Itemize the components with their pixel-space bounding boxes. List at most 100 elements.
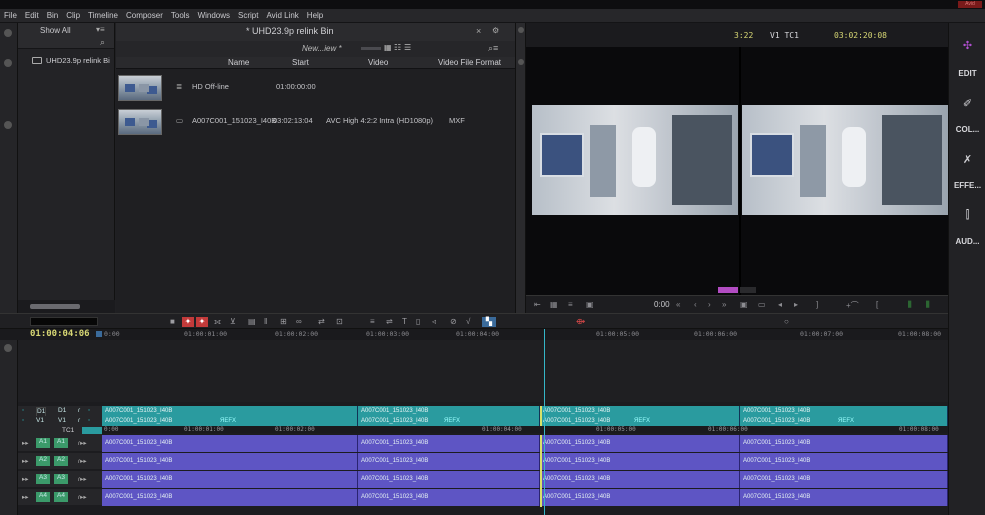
- step-forward-icon[interactable]: ›: [708, 300, 711, 309]
- timeline-clip[interactable]: A007C001_151023_I40B: [102, 471, 358, 488]
- sync-icon[interactable]: ‖: [264, 317, 267, 327]
- text-icon[interactable]: T: [402, 317, 407, 327]
- timeline-clip[interactable]: A007C001_151023_I40B: [358, 406, 540, 416]
- add-edit-icon[interactable]: +⌒: [846, 300, 859, 311]
- timeline-clip[interactable]: A007C001_151023_I40B: [358, 453, 540, 470]
- bin-view-selector[interactable]: New...iew *: [302, 44, 342, 53]
- position-marker[interactable]: [740, 287, 756, 293]
- record-track-a4[interactable]: A4: [54, 492, 68, 502]
- timeline-clip[interactable]: A007C001_151023_I40B: [740, 489, 948, 506]
- record-track-tc1[interactable]: TC1: [62, 427, 74, 434]
- timeline-clip[interactable]: A007C001_151023_I40B: [540, 453, 740, 470]
- sync-icon[interactable]: ▫: [88, 407, 90, 414]
- audio-link-icon[interactable]: ⫼: [926, 300, 930, 310]
- speaker-icon[interactable]: ▸▸: [22, 457, 29, 465]
- timeline-clip[interactable]: A007C001_151023_I40B: [740, 453, 948, 470]
- timeline-clip[interactable]: A007C001_151023_I40B: [540, 489, 740, 506]
- color-icon[interactable]: ✐: [949, 97, 985, 110]
- dock-toggle-icon[interactable]: [518, 59, 524, 65]
- workspace-icon[interactable]: ✣: [949, 39, 985, 52]
- audio-controls-icon[interactable]: ɾ▸▸: [78, 457, 87, 465]
- lock-icon[interactable]: ɾ: [78, 417, 80, 424]
- sync-icon[interactable]: ▫: [88, 417, 90, 424]
- source-track-a2[interactable]: A2: [36, 456, 50, 466]
- audio-icon[interactable]: ◃: [432, 317, 436, 327]
- speaker-icon[interactable]: ▸▸: [22, 493, 29, 501]
- workspace-effects[interactable]: EFFE...: [949, 181, 985, 190]
- edit-point-marker[interactable]: [540, 435, 542, 507]
- dock-toggle-icon[interactable]: [4, 121, 12, 129]
- search-icon[interactable]: ⌕≡: [488, 43, 498, 54]
- record-track-a3[interactable]: A3: [54, 474, 68, 484]
- speaker-icon[interactable]: ▸▸: [22, 439, 29, 447]
- track-header-a3[interactable]: ▸▸ A3 A3 ɾ▸▸: [18, 471, 102, 487]
- overwrite-icon[interactable]: ⇌: [386, 317, 393, 327]
- frame-view-icon[interactable]: ▦: [384, 43, 392, 52]
- menu-avid-link[interactable]: Avid Link: [266, 11, 298, 20]
- audio-icon[interactable]: ⫿: [949, 209, 985, 222]
- bracket-icon[interactable]: [: [876, 300, 878, 309]
- timeline-clip[interactable]: A007C001_151023_I40B: [102, 435, 358, 452]
- menu-file[interactable]: File: [4, 11, 17, 20]
- scrollbar-thumb[interactable]: [30, 304, 80, 309]
- column-header-name[interactable]: Name: [228, 58, 249, 67]
- dock-toggle-icon[interactable]: [4, 59, 12, 67]
- overwrite-icon[interactable]: ▭: [758, 300, 766, 309]
- play-reverse-icon[interactable]: ◂: [778, 300, 782, 309]
- list-icon[interactable]: ≡: [568, 300, 573, 309]
- menu-composer[interactable]: Composer: [126, 11, 163, 20]
- grid-icon[interactable]: ▦: [550, 300, 558, 309]
- track-header-a4[interactable]: ▸▸ A4 A4 ɾ▸▸: [18, 489, 102, 505]
- timeline-clip[interactable]: A007C001_151023_I40B: [740, 435, 948, 452]
- play-icon[interactable]: ▸: [794, 300, 798, 309]
- timeline-clip[interactable]: A007C001_151023_I40B ЯEFX: [740, 416, 948, 426]
- timeline-clip[interactable]: A007C001_151023_I40B ЯEFX: [102, 416, 358, 426]
- list-view-icon[interactable]: ☰: [404, 43, 411, 52]
- timeline-clip[interactable]: A007C001_151023_I40B: [740, 406, 948, 416]
- fast-forward-icon[interactable]: »: [722, 300, 726, 309]
- menu-timeline[interactable]: Timeline: [88, 11, 118, 20]
- menu-edit[interactable]: Edit: [25, 11, 39, 20]
- extract-icon[interactable]: ✦: [196, 317, 208, 327]
- menu-help[interactable]: Help: [307, 11, 323, 20]
- step-back-icon[interactable]: ‹: [694, 300, 697, 309]
- record-monitor-frame[interactable]: [742, 105, 948, 215]
- source-monitor-frame[interactable]: [532, 105, 738, 215]
- ban-icon[interactable]: ⊘: [450, 317, 457, 327]
- workspace-audio[interactable]: AUD...: [949, 237, 985, 246]
- match-frame-icon[interactable]: ⊡: [336, 317, 343, 327]
- lock-icon[interactable]: ɾ: [78, 407, 80, 414]
- track-header-tc1[interactable]: TC1: [18, 426, 102, 435]
- lock-icon[interactable]: ▤: [248, 317, 256, 327]
- show-all-dropdown[interactable]: Show All: [40, 26, 71, 35]
- timeline-ruler[interactable]: 01:00:04:06 0:00 01:00:01:00 01:00:02:00…: [0, 329, 948, 340]
- bin-list-item[interactable]: UHD23.9p relink Bi: [46, 56, 110, 65]
- fast-menu-icon[interactable]: ⇄: [318, 317, 325, 327]
- record-track-a1[interactable]: A1: [54, 438, 68, 448]
- composer-splitter[interactable]: [515, 23, 526, 313]
- timeline-clip[interactable]: A007C001_151023_I40B: [102, 453, 358, 470]
- menu-script[interactable]: Script: [238, 11, 258, 20]
- workspace-edit[interactable]: EDIT: [949, 69, 985, 78]
- timeline-clip[interactable]: A007C001_151023_I40B: [358, 471, 540, 488]
- source-track-v1[interactable]: V1: [36, 417, 44, 424]
- menu-clip[interactable]: Clip: [66, 11, 80, 20]
- sync-lock-icon[interactable]: ▫: [22, 417, 24, 424]
- timeline-empty-area[interactable]: [18, 340, 948, 402]
- source-track-a3[interactable]: A3: [36, 474, 50, 484]
- audio-link-icon[interactable]: ⫼: [908, 300, 912, 310]
- source-track-a1[interactable]: A1: [36, 438, 50, 448]
- column-header-start[interactable]: Start: [292, 58, 309, 67]
- audio-controls-icon[interactable]: ɾ▸▸: [78, 475, 87, 483]
- bin-row[interactable]: ≣ HD Off-line 01:00:00:00: [116, 73, 515, 103]
- column-header-video[interactable]: Video: [368, 58, 388, 67]
- timeline-clip[interactable]: A007C001_151023_I40B: [540, 406, 740, 416]
- menu-windows[interactable]: Windows: [198, 11, 230, 20]
- chevron-down-icon[interactable]: ▾≡: [96, 25, 105, 34]
- position-indicator[interactable]: [544, 329, 545, 515]
- trim-icon[interactable]: ⟗: [214, 317, 221, 327]
- gear-icon[interactable]: ⚙: [492, 26, 499, 35]
- record-icon[interactable]: ⟴: [576, 317, 585, 327]
- track-header-d1[interactable]: ▫ D1 D1 ɾ ▫: [18, 406, 102, 417]
- timeline-clip[interactable]: A007C001_151023_I40B: [358, 489, 540, 506]
